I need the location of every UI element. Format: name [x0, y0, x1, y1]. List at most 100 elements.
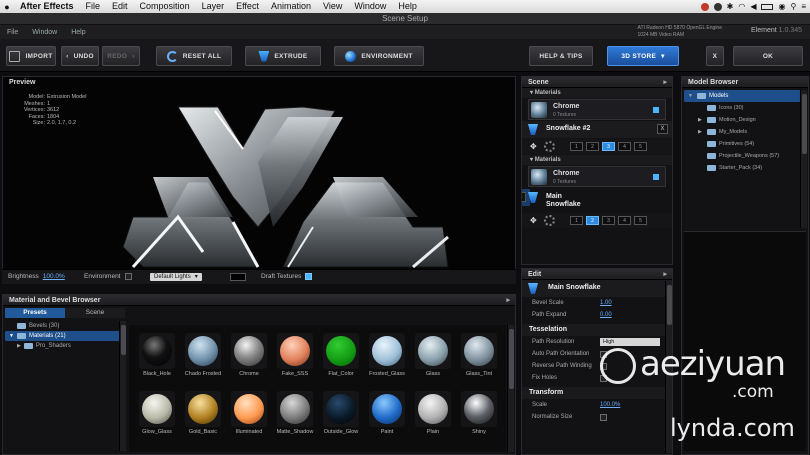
menu-window[interactable]: Window [348, 0, 392, 13]
material-preset[interactable]: Flat_Color [319, 331, 363, 383]
group-4-button[interactable]: 4 [618, 142, 631, 151]
model-tree-item-icons[interactable]: Icons (30) [684, 102, 800, 114]
material-active-indicator[interactable] [653, 174, 659, 180]
expand-right-icon[interactable]: ▶ [17, 341, 21, 351]
model-tree-scrollbar[interactable] [800, 90, 807, 228]
import-button[interactable]: IMPORT [6, 46, 56, 66]
close-button[interactable]: X [706, 46, 724, 66]
expand-right-icon[interactable]: ▶ [698, 126, 704, 138]
menu-animation[interactable]: Animation [265, 0, 317, 13]
transform-section[interactable]: Transform [522, 387, 672, 399]
scene-material-chrome[interactable]: Chrome 0 Textures [528, 99, 666, 120]
menu-edit[interactable]: Edit [106, 0, 134, 13]
model-tree-item-projectile-weapons[interactable]: Projectile_Weapons (57) [684, 150, 800, 162]
scene-object-snowflake-2[interactable]: Snowflake #2 X [522, 121, 672, 138]
tree-item-materials[interactable]: ▼ Materials (21) [5, 331, 125, 341]
material-preset[interactable]: Black_Hole [135, 331, 179, 383]
app-menu-help[interactable]: Help [64, 29, 92, 36]
expand-down-icon[interactable]: ▼ [9, 331, 14, 341]
model-tree-item-motion-design[interactable]: ▶ Motion_Design [684, 114, 800, 126]
material-preset[interactable]: Illuminated [227, 389, 271, 441]
scrollbar-thumb[interactable] [802, 94, 807, 154]
environment-button[interactable]: ENVIRONMENT [334, 46, 424, 66]
material-preset[interactable]: Outside_Glow [319, 389, 363, 441]
brightness-value[interactable]: 100.0% [43, 273, 65, 280]
battery-icon[interactable] [761, 3, 774, 10]
material-preset[interactable]: Fake_SSS [273, 331, 317, 383]
user-icon[interactable]: ◉ [778, 2, 785, 11]
group-2-button[interactable]: 2 [586, 216, 599, 225]
snowflake-3d-model[interactable] [3, 77, 517, 269]
model-tree-item-starter-pack[interactable]: Starter_Pack (34) [684, 162, 800, 174]
material-grid-scrollbar[interactable] [507, 325, 514, 452]
apple-icon[interactable]: ● [0, 2, 14, 12]
panel-menu-icon[interactable]: ▸ [506, 295, 510, 306]
undo-button[interactable]: ‹ UNDO [61, 46, 99, 66]
material-preset[interactable]: Frosted_Glass [365, 331, 409, 383]
bluetooth-icon[interactable]: ✱ [727, 2, 734, 11]
scrollbar-thumb[interactable] [121, 325, 126, 355]
group-2-button[interactable]: 2 [586, 142, 599, 151]
menu-view[interactable]: View [317, 0, 348, 13]
model-tree-item-my-models[interactable]: ▶ My_Models [684, 126, 800, 138]
move-icon[interactable]: ✥ [530, 216, 537, 225]
remove-object-button[interactable]: X [657, 124, 668, 134]
model-tree-item-primitives[interactable]: Primitives (54) [684, 138, 800, 150]
material-preset[interactable]: Glass [411, 331, 455, 383]
volume-icon[interactable]: ◀ [750, 2, 756, 11]
group-4-button[interactable]: 4 [618, 216, 631, 225]
app-menu-file[interactable]: File [0, 29, 25, 36]
group-5-button[interactable]: 5 [634, 142, 647, 151]
3d-store-button[interactable]: 3D STORE ▾ [607, 46, 679, 66]
move-icon[interactable]: ✥ [530, 142, 537, 151]
lights-dropdown[interactable]: Default Lights ▾ [150, 273, 202, 281]
edit-scrollbar[interactable] [665, 281, 672, 453]
material-preset[interactable]: Matte_Shadow [273, 389, 317, 441]
scene-object-main-snowflake[interactable]: Main Snowflake X [522, 189, 581, 208]
menu-layer[interactable]: Layer [196, 0, 231, 13]
spotlight-icon[interactable]: ⚲ [790, 2, 796, 11]
group-3-button[interactable]: 3 [602, 216, 615, 225]
group-1-button[interactable]: 1 [570, 142, 583, 151]
scene-material-chrome-2[interactable]: Chrome 0 Textures [528, 166, 666, 187]
group-1-button[interactable]: 1 [570, 216, 583, 225]
path-resolution-dropdown[interactable]: High [600, 338, 660, 346]
tesselation-section[interactable]: Tesselation [522, 324, 672, 336]
auto-path-orientation-checkbox[interactable] [600, 351, 607, 358]
expand-down-icon[interactable]: ▼ [688, 90, 694, 102]
group-3-button[interactable]: 3 [602, 142, 615, 151]
menu-app-name[interactable]: After Effects [14, 0, 80, 13]
reset-all-button[interactable]: RESET ALL [156, 46, 232, 66]
rotate-icon[interactable] [544, 141, 555, 152]
bevel-scale-value[interactable]: 1.00 [600, 297, 612, 309]
panel-menu-icon[interactable]: ▸ [663, 77, 667, 88]
reverse-path-winding-checkbox[interactable] [600, 363, 607, 370]
tab-presets[interactable]: Presets [5, 308, 65, 318]
material-preset[interactable]: Plain [411, 389, 455, 441]
path-expand-value[interactable]: 0.00 [600, 309, 612, 321]
tree-scrollbar[interactable] [119, 321, 126, 451]
group-5-button[interactable]: 5 [634, 216, 647, 225]
environment-checkbox[interactable] [124, 273, 132, 280]
material-preset[interactable]: Glass_Tint [457, 331, 501, 383]
material-preset[interactable]: Shiny [457, 389, 501, 441]
material-preset[interactable]: Glow_Glass [135, 389, 179, 441]
expand-right-icon[interactable]: ▶ [698, 114, 704, 126]
menu-composition[interactable]: Composition [134, 0, 196, 13]
fix-holes-checkbox[interactable] [600, 375, 607, 382]
wifi-icon[interactable]: ◠ [738, 2, 745, 11]
material-preset[interactable]: Paint [365, 389, 409, 441]
normalize-size-checkbox[interactable] [600, 414, 607, 421]
ok-button[interactable]: OK [733, 46, 803, 66]
draft-textures-checkbox[interactable] [305, 273, 313, 280]
menu-help[interactable]: Help [392, 0, 423, 13]
tab-scene[interactable]: Scene [65, 308, 125, 318]
tree-item-pro-shaders[interactable]: ▶ Pro_Shaders [5, 341, 125, 351]
material-preset[interactable]: Chrome [227, 331, 271, 383]
material-preset[interactable]: Chado Frosted [181, 331, 225, 383]
scale-value[interactable]: 100.0% [600, 399, 620, 411]
remove-object-button[interactable]: X [522, 192, 526, 202]
rotate-icon[interactable] [544, 215, 555, 226]
app-menu-window[interactable]: Window [25, 29, 64, 36]
panel-menu-icon[interactable]: ▸ [663, 269, 667, 280]
